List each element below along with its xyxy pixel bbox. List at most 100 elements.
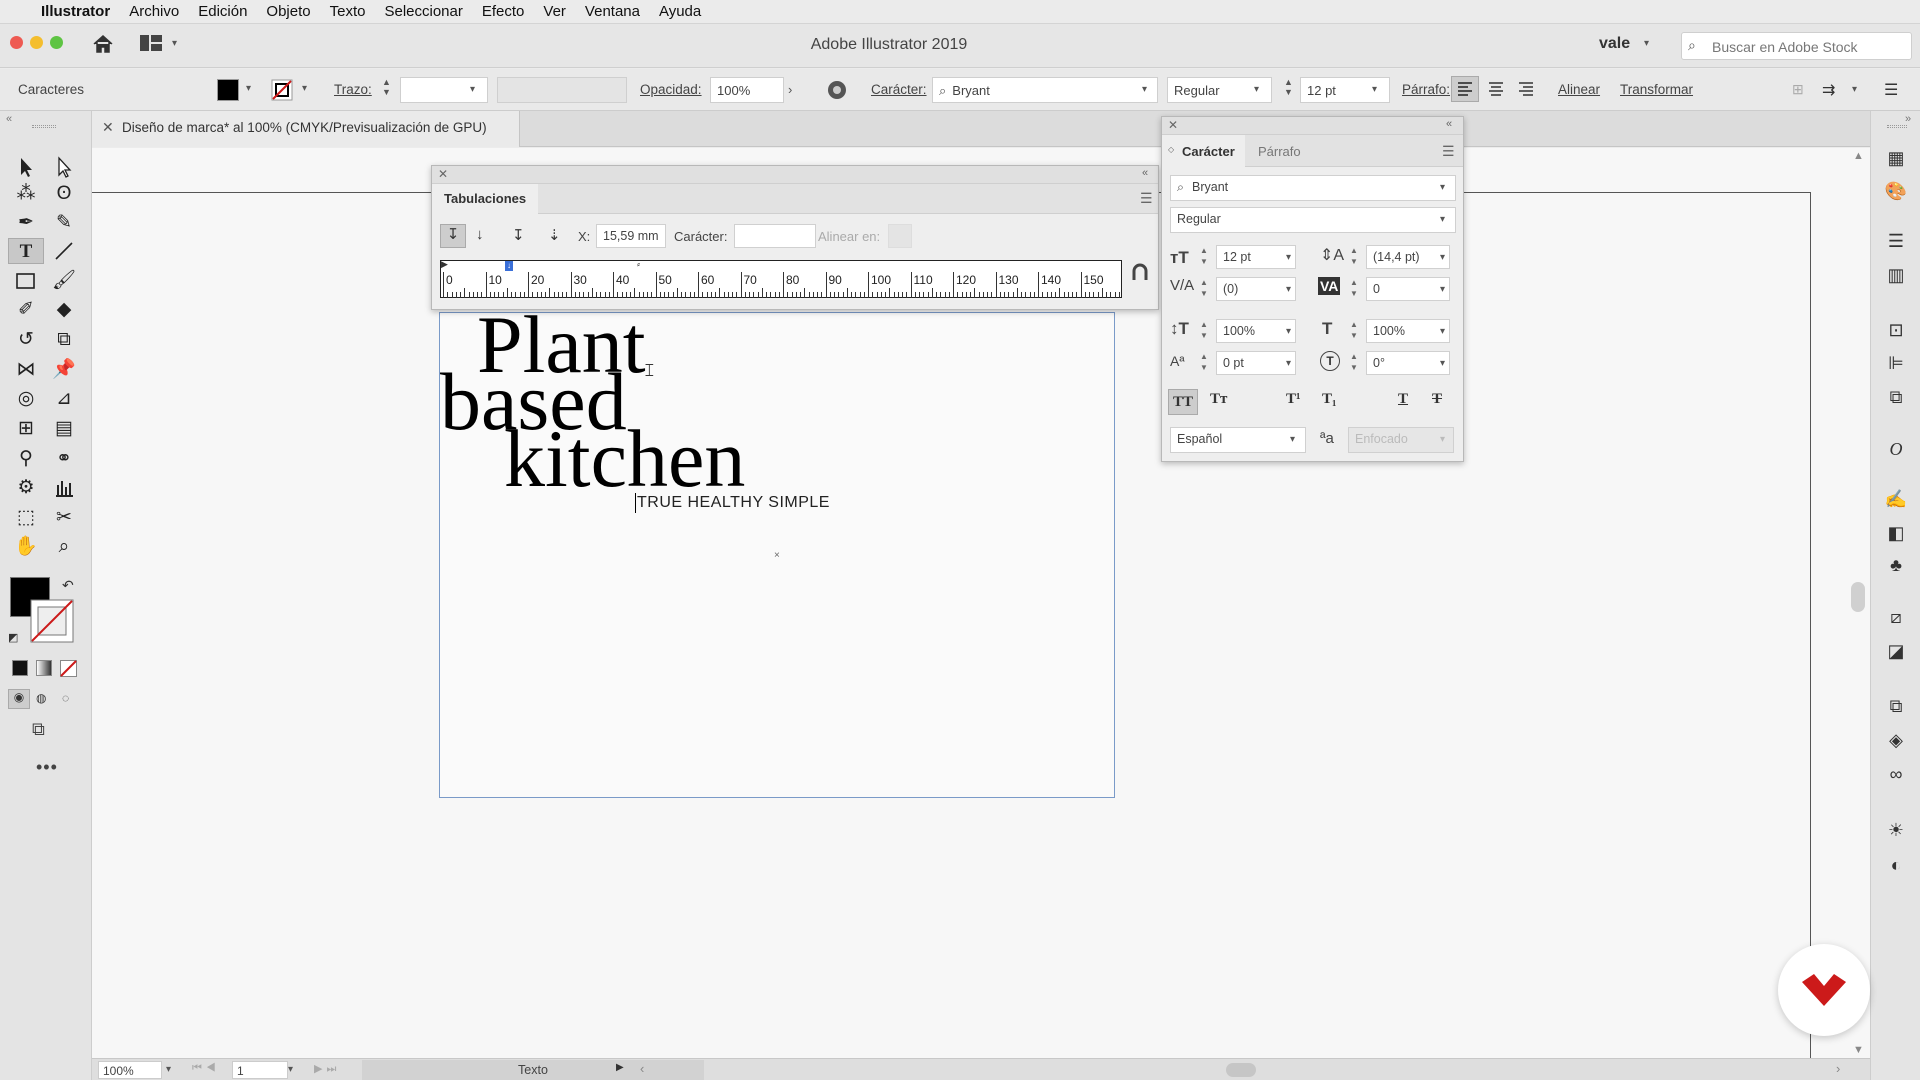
user-menu[interactable]: vale [1599,35,1630,53]
stepper-icon[interactable]: ▲ ▼ [1350,245,1358,267]
panel-menu-icon[interactable]: ☰ [1442,143,1455,160]
line-segment-tool-icon[interactable] [50,238,78,264]
stock-search-input[interactable]: ⌕ Buscar en Adobe Stock [1681,32,1912,60]
blend-tool-icon[interactable]: ⚭ [50,446,78,472]
chevron-down-icon[interactable]: ▾ [1440,182,1445,193]
transparency-panel-icon[interactable]: ◐ [1883,853,1909,877]
left-justified-tab-icon[interactable]: ↧ [440,224,466,248]
stroke-profile-field[interactable] [497,77,627,103]
zoom-field[interactable]: 100% [98,1061,162,1079]
hand-tool-icon[interactable]: ✋ [12,534,40,560]
color-guide-icon[interactable]: 🎨 [1883,179,1909,203]
type-tool-icon[interactable]: T [8,238,44,264]
curvature-tool-icon[interactable]: ✎ [50,210,78,236]
baseline-shift-field[interactable]: 0 pt [1216,351,1296,375]
align-panel-link[interactable]: Alinear [1558,82,1600,97]
all-caps-icon[interactable]: TT [1168,389,1198,415]
chevron-down-icon[interactable]: ▾ [1440,358,1445,369]
indent-marker-icon[interactable]: ▶ [441,259,448,270]
opacity-field[interactable]: 100% [710,77,784,103]
chevron-down-icon[interactable]: ▾ [288,1064,293,1075]
menu-objeto[interactable]: Objeto [266,3,310,20]
horizontal-scale-field[interactable]: 100% [1366,319,1450,343]
chevron-down-icon[interactable]: ▾ [1440,252,1445,263]
appearance-panel-icon[interactable]: ☀ [1883,818,1909,842]
small-caps-icon[interactable]: Tт [1210,391,1227,408]
drag-handle[interactable] [32,125,56,128]
selection-tool-icon[interactable] [12,154,40,180]
collapse-icon[interactable]: « [6,113,12,125]
leading-field[interactable]: (14,4 pt) [1366,245,1450,269]
font-family-field[interactable]: ⌕ Bryant [932,77,1158,103]
draw-inside-icon[interactable]: ◌ [62,691,69,705]
panel-font-size-field[interactable]: 12 pt [1216,245,1296,269]
stepper-icon[interactable]: ▲ ▼ [1350,277,1358,299]
brand-badge[interactable] [1778,944,1870,1036]
right-indent-marker-icon[interactable]: ⸗ [637,259,640,269]
column-graph-tool-icon[interactable] [50,475,78,501]
close-panel-icon[interactable]: ✕ [438,167,448,181]
chevron-down-icon[interactable]: ▾ [166,1064,171,1075]
panel-font-family-field[interactable]: ⌕ Bryant [1170,175,1456,201]
decimal-justified-tab-icon[interactable]: ⇣ [548,226,561,244]
menu-illustrator[interactable]: Illustrator [41,3,110,20]
zoom-tool-icon[interactable]: ⌕ [50,534,78,560]
paragraph-label[interactable]: Párrafo: [1402,82,1450,97]
chevron-down-icon[interactable]: ▾ [1290,434,1295,445]
chevron-down-icon[interactable]: ▾ [470,84,475,95]
chevron-down-icon[interactable]: ▾ [1440,326,1445,337]
puppet-warp-tool-icon[interactable]: 📌 [50,357,78,383]
gradient-panel-icon[interactable]: ▥ [1883,263,1909,287]
tagline-text[interactable]: TRUE HEALTHY SIMPLE [637,494,830,512]
direct-selection-tool-icon[interactable] [50,154,78,180]
scroll-up-icon[interactable]: ▲ [1853,150,1864,162]
menu-texto[interactable]: Texto [330,3,366,20]
horizontal-scrollbar[interactable] [1226,1063,1256,1077]
strikethrough-icon[interactable]: T [1432,391,1442,408]
edit-toolbar-icon[interactable]: ••• [36,757,58,778]
stroke-label[interactable]: Trazo: [334,82,372,97]
character-panel-titlebar[interactable]: ✕ « [1162,117,1463,135]
glyphs-panel-icon[interactable]: O [1883,437,1909,461]
artboard-number-field[interactable]: 1 [232,1061,288,1079]
drag-handle[interactable] [1887,125,1907,128]
chevron-down-icon[interactable]: ▾ [1372,84,1377,95]
menu-edicion[interactable]: Edición [198,3,247,20]
pathfinder-panel-icon[interactable]: ⧉ [1883,385,1909,409]
align-center-icon[interactable] [1483,77,1509,101]
arrange-documents-icon[interactable]: ⇉ [1822,80,1835,100]
menu-ver[interactable]: Ver [543,3,566,20]
tabs-panel-titlebar[interactable]: ✕ « [432,166,1158,184]
menu-seleccionar[interactable]: Seleccionar [384,3,462,20]
rectangle-tool-icon[interactable] [12,268,40,294]
stroke-panel-icon[interactable]: ☰ [1883,229,1909,253]
tab-stop-track[interactable]: ▶ ↓ ⸗ [440,259,1122,272]
collapse-panel-icon[interactable]: « [1446,118,1452,130]
gradient-mode-button[interactable] [36,660,52,676]
right-justified-tab-icon[interactable]: ↧ [512,226,525,244]
tab-caracter[interactable]: Carácter [1162,135,1245,167]
character-label[interactable]: Carácter: [871,82,927,97]
character-rotation-field[interactable]: 0° [1366,351,1450,375]
chevron-down-icon[interactable]: ▾ [1286,358,1291,369]
opacity-label[interactable]: Opacidad: [640,82,702,97]
asset-export-icon[interactable]: ◪ [1883,639,1909,663]
color-mode-button[interactable] [12,660,28,676]
stepper-icon[interactable]: ▲ ▼ [1200,277,1208,299]
scroll-down-icon[interactable]: ▼ [1853,1044,1864,1056]
vertical-scrollbar[interactable] [1851,582,1865,612]
close-panel-icon[interactable]: ✕ [1168,118,1178,132]
chevron-down-icon[interactable]: ▾ [1286,252,1291,263]
align-panel-icon[interactable]: ⊫ [1883,351,1909,375]
chevron-down-icon[interactable]: ▾ [1440,214,1445,225]
libraries-icon[interactable]: ▦ [1883,146,1909,170]
chevron-down-icon[interactable]: ▾ [1644,38,1649,49]
chevron-down-icon[interactable]: ▾ [302,83,307,94]
scroll-left-icon[interactable]: ‹ [640,1061,644,1076]
chevron-down-icon[interactable]: ▾ [1254,84,1259,95]
scale-tool-icon[interactable]: ⧉ [50,327,78,353]
stroke-swatch-icon[interactable] [271,79,293,101]
mesh-tool-icon[interactable]: ⊞ [12,416,40,442]
document-tab[interactable]: ✕ Diseño de marca* al 100% (CMYK/Previsu… [92,111,520,147]
menu-ayuda[interactable]: Ayuda [659,3,701,20]
